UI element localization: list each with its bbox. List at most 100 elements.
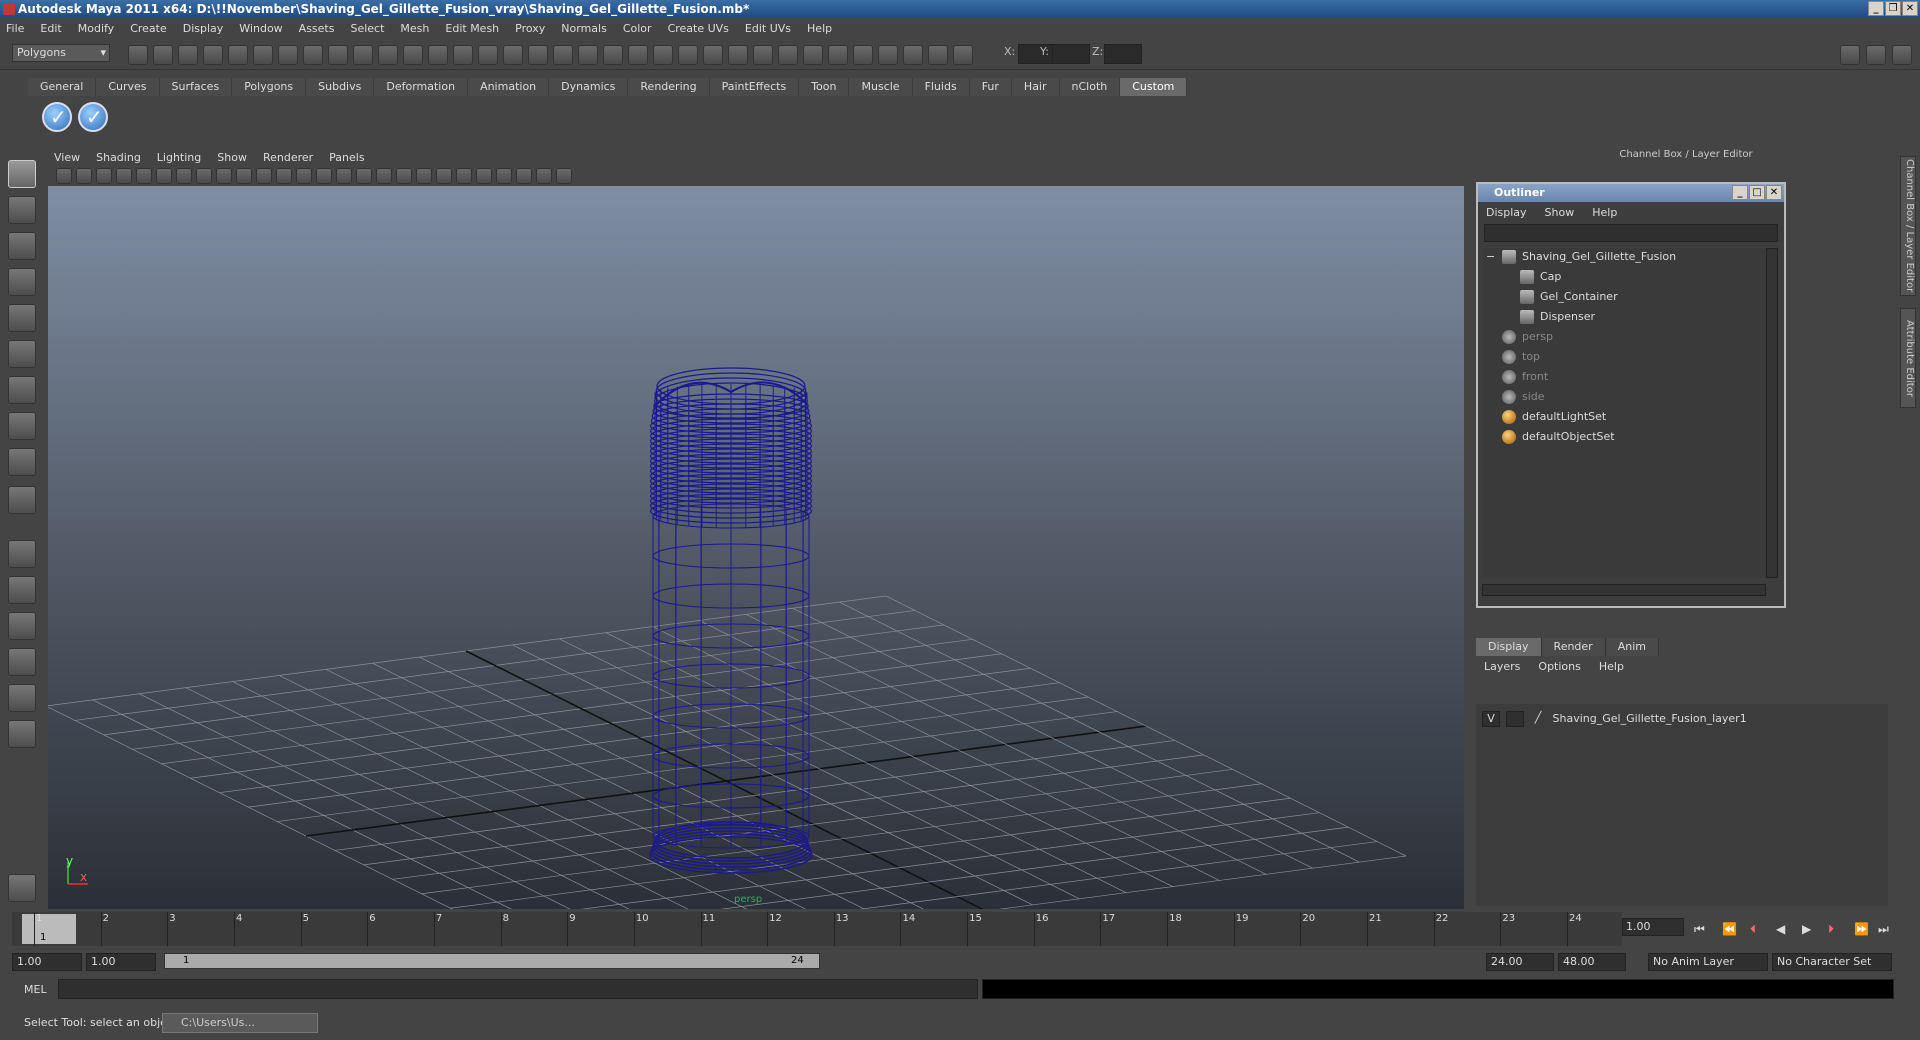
viewport-tool-icon[interactable] xyxy=(196,168,212,184)
status-tool-icon[interactable] xyxy=(403,45,423,65)
start-time-field[interactable]: 1.00 xyxy=(12,953,82,971)
menu-create-uvs[interactable]: Create UVs xyxy=(668,22,729,35)
shelf-tab-ncloth[interactable]: nCloth xyxy=(1059,78,1121,96)
command-language-label[interactable]: MEL xyxy=(24,983,47,996)
shelf-tab-hair[interactable]: Hair xyxy=(1011,78,1060,96)
status-tool-icon[interactable] xyxy=(553,45,573,65)
menu-assets[interactable]: Assets xyxy=(299,22,335,35)
status-tool-icon[interactable] xyxy=(478,45,498,65)
outliner-layout-icon[interactable] xyxy=(8,612,36,640)
status-tool-icon[interactable] xyxy=(953,45,973,65)
z-field[interactable] xyxy=(1104,44,1142,64)
viewport-tool-icon[interactable] xyxy=(236,168,252,184)
layer-visibility-toggle[interactable]: V xyxy=(1482,711,1500,727)
viewport-tool-icon[interactable] xyxy=(376,168,392,184)
status-tool-icon[interactable] xyxy=(228,45,248,65)
anim-layer-dropdown[interactable]: No Anim Layer xyxy=(1648,953,1768,971)
status-tool-icon[interactable] xyxy=(378,45,398,65)
status-tool-icon[interactable] xyxy=(253,45,273,65)
shelf-tab-dynamics[interactable]: Dynamics xyxy=(549,78,629,96)
menu-help[interactable]: Help xyxy=(807,22,832,35)
status-tool-icon[interactable] xyxy=(453,45,473,65)
rotate-tool-icon[interactable] xyxy=(8,304,36,332)
step-forward-key-icon[interactable]: ⏩ xyxy=(1854,922,1869,936)
status-tool-icon[interactable] xyxy=(703,45,723,65)
perspective-viewport[interactable]: y x persp xyxy=(48,186,1464,909)
menu-display[interactable]: Display xyxy=(183,22,224,35)
menu-set-dropdown[interactable]: Polygons ▾ xyxy=(12,44,110,62)
status-tool-icon[interactable] xyxy=(928,45,948,65)
minimize-button[interactable]: _ xyxy=(1868,1,1884,16)
custom-shelf-check-icon-2[interactable] xyxy=(78,102,108,132)
status-tool-icon[interactable] xyxy=(603,45,623,65)
lasso-tool-icon[interactable] xyxy=(8,196,36,224)
last-tool-icon[interactable] xyxy=(8,486,36,514)
status-tool-icon[interactable] xyxy=(653,45,673,65)
viewport-tool-icon[interactable] xyxy=(556,168,572,184)
paint-select-tool-icon[interactable] xyxy=(8,232,36,260)
menu-create[interactable]: Create xyxy=(130,22,167,35)
shelf-tab-painteffects[interactable]: PaintEffects xyxy=(709,78,800,96)
status-tool-icon[interactable] xyxy=(728,45,748,65)
channel-box-side-tab[interactable]: Channel Box / Layer Editor xyxy=(1900,156,1916,296)
outliner-filter-field[interactable] xyxy=(1484,224,1778,242)
viewport-tool-icon[interactable] xyxy=(456,168,472,184)
viewport-tool-icon[interactable] xyxy=(416,168,432,184)
status-tool-icon[interactable] xyxy=(128,45,148,65)
layer-menu-options[interactable]: Options xyxy=(1538,660,1580,673)
step-back-key-icon[interactable]: ⏪ xyxy=(1722,922,1737,936)
playback-start-field[interactable]: 1.00 xyxy=(86,953,156,971)
close-button[interactable]: ✕ xyxy=(1902,1,1918,16)
viewport-menu-renderer[interactable]: Renderer xyxy=(263,151,313,164)
status-tool-icon[interactable] xyxy=(528,45,548,65)
outliner-minimize-button[interactable]: _ xyxy=(1732,185,1748,200)
status-tool-icon[interactable] xyxy=(753,45,773,65)
shelf-tab-animation[interactable]: Animation xyxy=(468,78,550,96)
hypershade-layout-icon[interactable] xyxy=(8,684,36,712)
shelf-tab-rendering[interactable]: Rendering xyxy=(628,78,710,96)
viewport-tool-icon[interactable] xyxy=(56,168,72,184)
four-pane-layout-icon[interactable] xyxy=(8,576,36,604)
step-forward-frame-icon[interactable]: ⏵ xyxy=(1828,922,1834,937)
status-tool-icon[interactable] xyxy=(503,45,523,65)
shelf-tab-curves[interactable]: Curves xyxy=(96,78,160,96)
layer-menu-layers[interactable]: Layers xyxy=(1484,660,1520,673)
shelf-tab-fur[interactable]: Fur xyxy=(969,78,1012,96)
layer-tab-render[interactable]: Render xyxy=(1541,638,1606,656)
viewport-tool-icon[interactable] xyxy=(536,168,552,184)
viewport-menu-panels[interactable]: Panels xyxy=(329,151,364,164)
status-tool-icon[interactable] xyxy=(878,45,898,65)
status-tool-icon[interactable] xyxy=(628,45,648,65)
menu-normals[interactable]: Normals xyxy=(561,22,607,35)
character-set-dropdown[interactable]: No Character Set xyxy=(1772,953,1892,971)
layer-menu-help[interactable]: Help xyxy=(1599,660,1624,673)
viewport-tool-icon[interactable] xyxy=(396,168,412,184)
move-tool-icon[interactable] xyxy=(8,268,36,296)
menu-modify[interactable]: Modify xyxy=(78,22,114,35)
shelf-tab-deformation[interactable]: Deformation xyxy=(374,78,469,96)
layer-tab-display[interactable]: Display xyxy=(1476,638,1542,656)
shelf-tab-general[interactable]: General xyxy=(28,78,97,96)
viewport-tool-icon[interactable] xyxy=(436,168,452,184)
status-tool-icon[interactable] xyxy=(578,45,598,65)
outliner-vertical-scrollbar[interactable] xyxy=(1766,248,1778,578)
go-to-end-icon[interactable]: ⏭ xyxy=(1878,922,1889,937)
layer-color-swatch[interactable]: ╱ xyxy=(1529,711,1547,727)
status-tool-icon[interactable] xyxy=(303,45,323,65)
status-tool-icon[interactable] xyxy=(678,45,698,65)
status-tool-icon[interactable] xyxy=(203,45,223,65)
menu-edit-uvs[interactable]: Edit UVs xyxy=(745,22,791,35)
soft-mod-tool-icon[interactable] xyxy=(8,412,36,440)
command-input[interactable] xyxy=(58,979,978,999)
outliner-menu-show[interactable]: Show xyxy=(1545,206,1575,219)
channel-box-toggle-icon[interactable] xyxy=(1866,45,1886,65)
shelf-tab-polygons[interactable]: Polygons xyxy=(232,78,307,96)
status-tool-icon[interactable] xyxy=(153,45,173,65)
taskbar-window-button[interactable]: C:\Users\Us... xyxy=(162,1013,318,1033)
status-tool-icon[interactable] xyxy=(853,45,873,65)
outliner-maximize-button[interactable]: □ xyxy=(1749,185,1765,200)
status-tool-icon[interactable] xyxy=(803,45,823,65)
viewport-tool-icon[interactable] xyxy=(516,168,532,184)
layout-toggle-icon[interactable] xyxy=(1840,45,1860,65)
x-field[interactable] xyxy=(1018,44,1056,64)
